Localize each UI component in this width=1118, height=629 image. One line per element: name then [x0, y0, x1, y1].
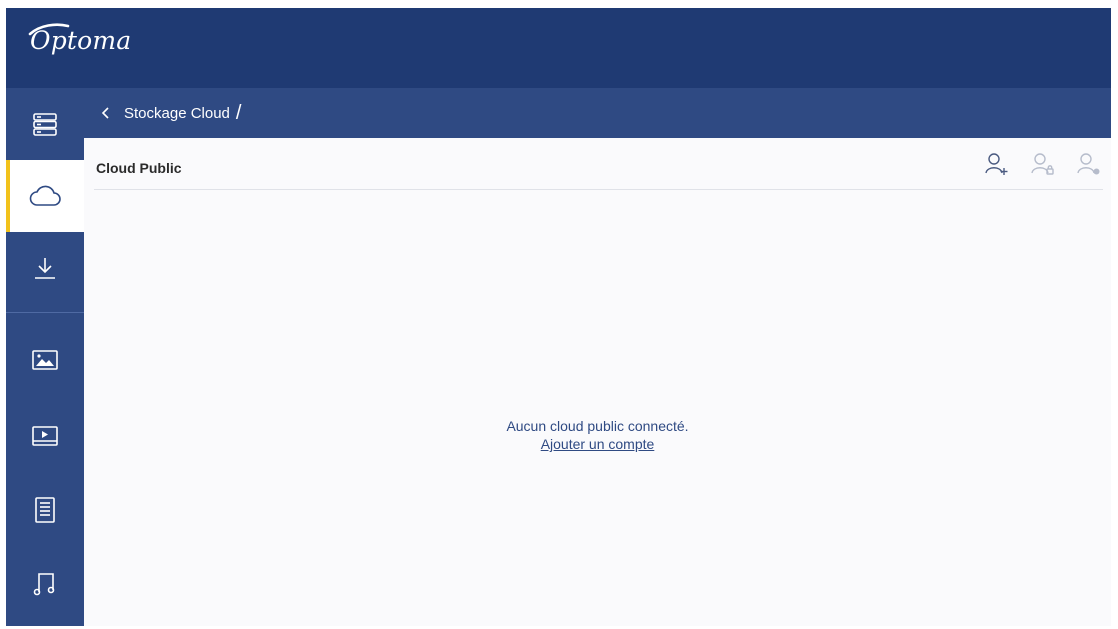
breadcrumb-separator: / [235, 101, 242, 124]
document-icon [35, 497, 55, 523]
remove-account-button[interactable] [1073, 148, 1105, 180]
chevron-left-icon [101, 107, 109, 119]
music-icon [33, 573, 55, 596]
video-icon [32, 426, 58, 446]
add-account-button[interactable] [981, 148, 1013, 180]
image-icon [32, 350, 58, 370]
breadcrumb: Stockage Cloud / [84, 88, 1111, 138]
breadcrumb-current[interactable]: Stockage Cloud [124, 105, 230, 122]
top-bar: Optoma [6, 8, 1111, 88]
sidebar-item-cloud[interactable] [6, 160, 84, 232]
cloud-icon [29, 185, 61, 206]
empty-state: Aucun cloud public connecté. Ajouter un … [84, 418, 1111, 452]
section-title: Cloud Public [96, 160, 182, 176]
remove-user-icon [1077, 153, 1100, 175]
back-button[interactable] [88, 88, 124, 138]
download-icon [35, 258, 55, 279]
sidebar [6, 88, 84, 626]
sidebar-divider [6, 312, 84, 313]
account-actions [981, 148, 1105, 180]
sidebar-item-images[interactable] [6, 324, 84, 396]
sidebar-item-music[interactable] [6, 548, 84, 620]
lock-user-icon [1031, 153, 1054, 175]
app-window: Optoma Stockage Cloud / Cloud Public Auc… [6, 8, 1111, 626]
lock-account-button[interactable] [1027, 148, 1059, 180]
sidebar-item-download[interactable] [6, 232, 84, 304]
add-user-icon [985, 153, 1008, 175]
sidebar-item-storage[interactable] [6, 88, 84, 160]
sidebar-item-documents[interactable] [6, 474, 84, 546]
storage-icon [33, 113, 57, 136]
brand-logo: Optoma [30, 26, 132, 55]
add-account-link[interactable]: Ajouter un compte [541, 436, 655, 452]
header-divider [94, 189, 1103, 190]
main-content: Cloud Public Aucun cloud public connecté… [84, 138, 1111, 626]
sidebar-item-videos[interactable] [6, 400, 84, 472]
empty-state-message: Aucun cloud public connecté. [506, 418, 689, 434]
